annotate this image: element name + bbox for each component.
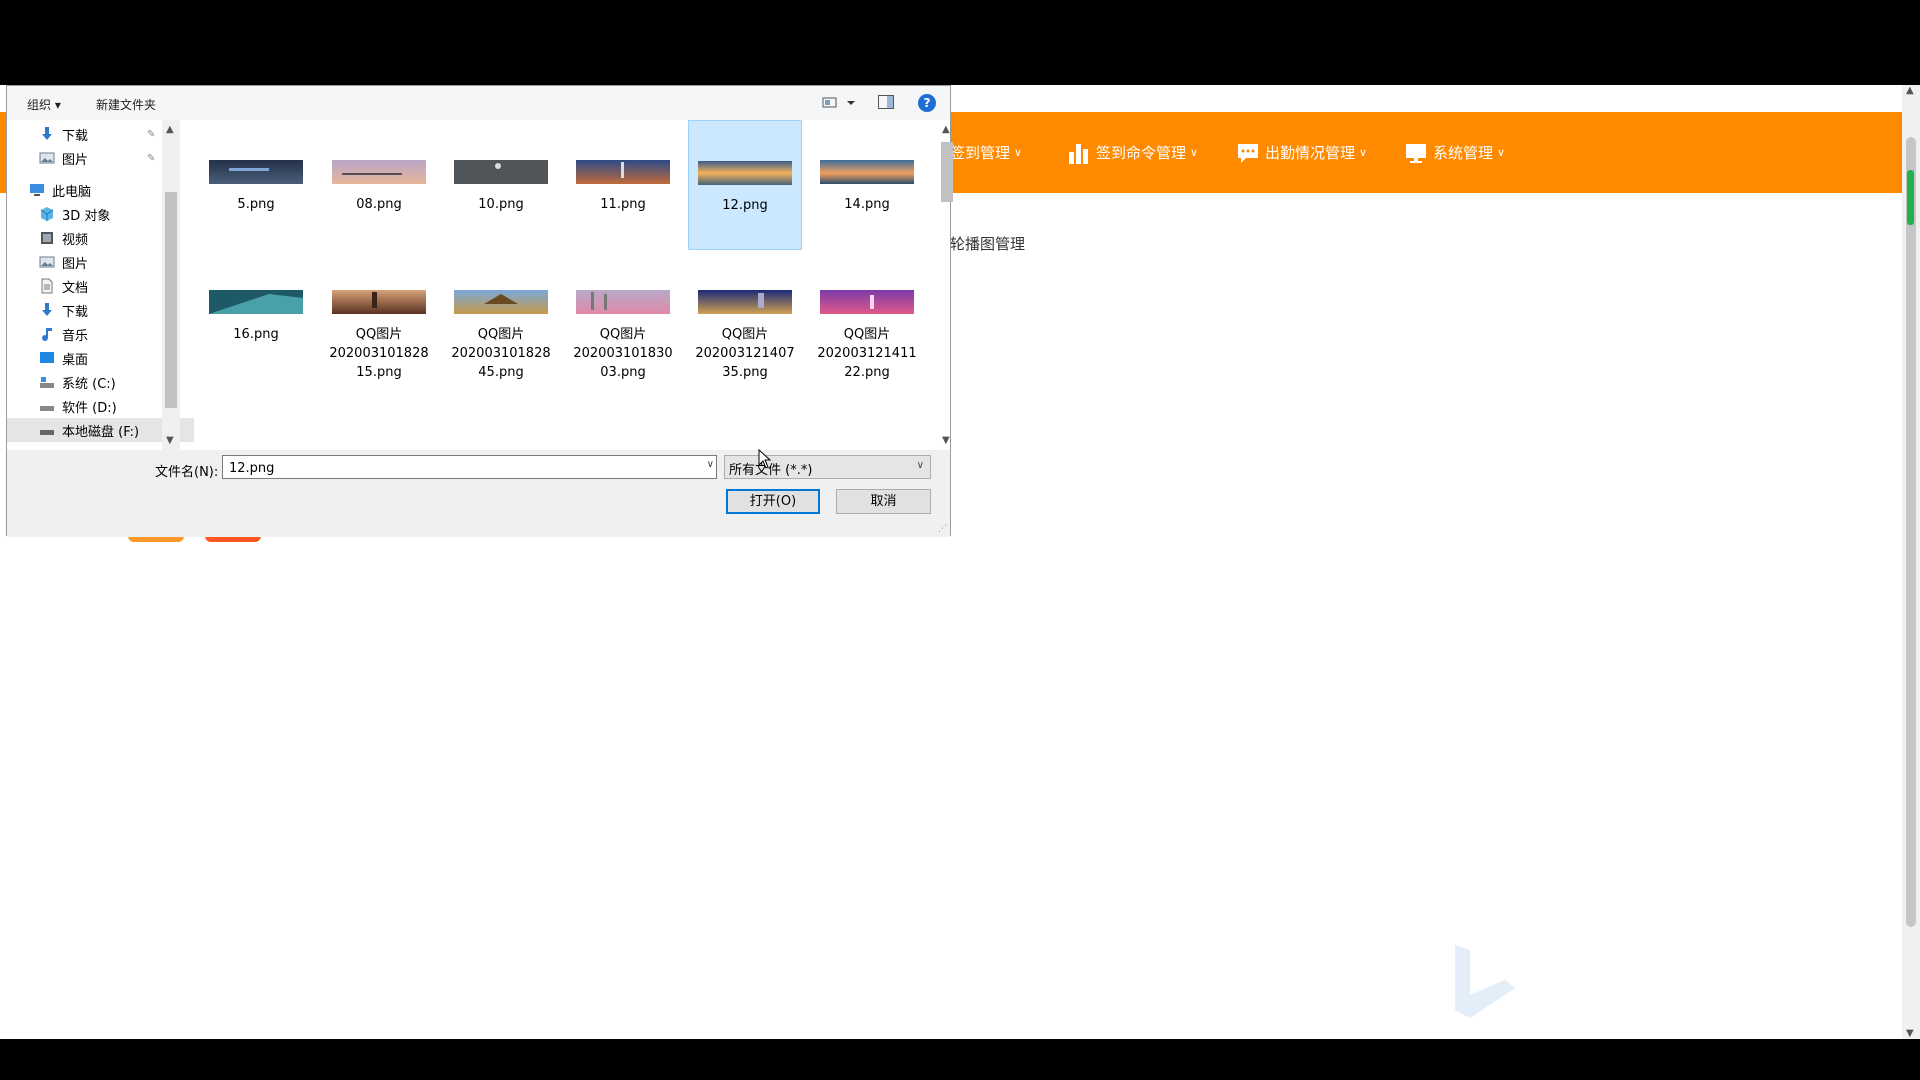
file-item[interactable]: QQ图片 202003101830 03.png	[566, 290, 680, 382]
pin-icon: ✎	[147, 128, 156, 140]
scroll-up-icon[interactable]: ▲	[1906, 85, 1914, 96]
image-thumbnail	[209, 160, 303, 184]
bar-chart-icon	[1069, 143, 1088, 164]
file-item[interactable]: QQ图片 202003101828 15.png	[322, 290, 436, 382]
music-icon	[42, 328, 52, 342]
image-thumbnail	[698, 290, 792, 314]
page-content-title: 轮播图管理	[950, 235, 1026, 253]
nav-item-signin-command[interactable]: 签到命令管理 ∨	[1068, 112, 1198, 193]
file-item[interactable]: 16.png	[199, 290, 313, 344]
scroll-up-icon[interactable]: ▲	[166, 124, 174, 135]
chevron-down-icon: ∨	[1014, 146, 1023, 159]
file-item[interactable]: QQ图片 202003121411 22.png	[810, 290, 924, 382]
image-thumbnail	[820, 160, 914, 184]
scrollbar-thumb[interactable]	[941, 142, 953, 202]
scrollbar-thumb[interactable]	[165, 192, 177, 408]
bing-logo-icon	[1455, 945, 1515, 1018]
file-item[interactable]: QQ图片 202003101828 45.png	[444, 290, 558, 382]
chat-icon	[1238, 143, 1258, 163]
documents-icon	[41, 278, 53, 294]
pictures-icon	[39, 152, 55, 164]
scroll-down-icon[interactable]: ▼	[1906, 1028, 1914, 1039]
file-list-scrollbar[interactable]: ▲ ▼	[938, 120, 956, 450]
nav-pane-item-this-pc[interactable]: 此电脑	[7, 178, 184, 202]
cancel-button[interactable]: 取消	[836, 489, 931, 514]
scrollbar-thumb[interactable]	[1906, 137, 1916, 927]
view-options-icon[interactable]	[822, 95, 858, 111]
file-item[interactable]: QQ图片 202003121407 35.png	[688, 290, 802, 382]
organize-menu[interactable]: 组织 ▾	[27, 96, 61, 113]
file-item[interactable]: 5.png	[199, 160, 313, 214]
file-item[interactable]: 11.png	[566, 160, 680, 214]
scroll-down-icon[interactable]: ▼	[166, 435, 174, 446]
file-open-dialog: 组织 ▾ 新建文件夹 ? 下载 ✎ 图片 ✎ 此电脑 3D 对象 视频 图片 文…	[6, 85, 953, 537]
image-thumbnail	[576, 290, 670, 314]
desktop-icon	[40, 352, 54, 363]
nav-item-system[interactable]: 系统管理 ∨	[1405, 112, 1505, 193]
download-icon	[42, 127, 52, 140]
image-thumbnail	[209, 290, 303, 314]
scroll-down-icon[interactable]: ▼	[942, 435, 950, 446]
chevron-down-icon: ∨	[1190, 146, 1199, 159]
3d-objects-icon	[40, 207, 54, 221]
download-icon	[42, 303, 52, 316]
scroll-indicator	[1907, 170, 1914, 225]
image-thumbnail	[454, 160, 548, 184]
file-item[interactable]: 08.png	[322, 160, 436, 214]
filename-combobox[interactable]: ∨	[222, 455, 717, 479]
file-item[interactable]: 14.png	[810, 160, 924, 214]
page-scrollbar[interactable]: ▲ ▼	[1902, 85, 1920, 1039]
chevron-down-icon: ∨	[1359, 146, 1368, 159]
pictures-icon	[39, 256, 55, 268]
open-button[interactable]: 打开(O)	[726, 489, 820, 514]
chevron-down-icon[interactable]: ∨	[707, 459, 714, 470]
chevron-down-icon: ∨	[1497, 146, 1506, 159]
drive-icon	[40, 406, 54, 411]
help-icon[interactable]: ?	[918, 94, 936, 112]
image-thumbnail	[576, 160, 670, 184]
file-item[interactable]: 10.png	[444, 160, 558, 214]
image-thumbnail	[820, 290, 914, 314]
nav-item-signin-management[interactable]: 签到管理 ∨	[950, 112, 1022, 193]
this-pc-icon	[30, 184, 44, 196]
image-thumbnail	[698, 161, 792, 185]
filename-label: 文件名(N):	[155, 465, 219, 480]
drive-icon	[40, 430, 54, 435]
video-icon	[41, 232, 53, 244]
new-folder-button[interactable]: 新建文件夹	[96, 96, 156, 113]
resize-grip-icon[interactable]: ⋰	[938, 524, 947, 534]
image-thumbnail	[332, 160, 426, 184]
filetype-select[interactable]: 所有文件 (*.*) ∨	[724, 455, 931, 479]
file-item-selected[interactable]: 12.png	[688, 120, 802, 250]
pin-icon: ✎	[147, 152, 156, 164]
mouse-cursor-icon	[758, 449, 772, 469]
file-list: 5.png 08.png 10.png 11.png 12.png 14.png…	[192, 120, 953, 450]
scroll-up-icon[interactable]: ▲	[942, 124, 950, 135]
system-drive-icon	[40, 377, 54, 388]
image-thumbnail	[454, 290, 548, 314]
monitor-icon	[1406, 143, 1426, 163]
dialog-footer: 文件名(N): ∨ 所有文件 (*.*) ∨ 打开(O) 取消 ⋰	[7, 450, 950, 537]
dialog-toolbar: 组织 ▾ 新建文件夹 ?	[7, 86, 950, 120]
nav-pane-scrollbar[interactable]: ▲ ▼	[162, 120, 180, 450]
preview-pane-icon[interactable]	[878, 95, 894, 109]
navigation-pane: 下载 ✎ 图片 ✎ 此电脑 3D 对象 视频 图片 文档 下载 音乐 桌面 系统…	[7, 120, 194, 450]
nav-item-attendance[interactable]: 出勤情况管理 ∨	[1237, 112, 1367, 193]
chevron-down-icon: ∨	[916, 460, 924, 471]
image-thumbnail	[332, 290, 426, 314]
filename-input[interactable]	[227, 458, 691, 478]
